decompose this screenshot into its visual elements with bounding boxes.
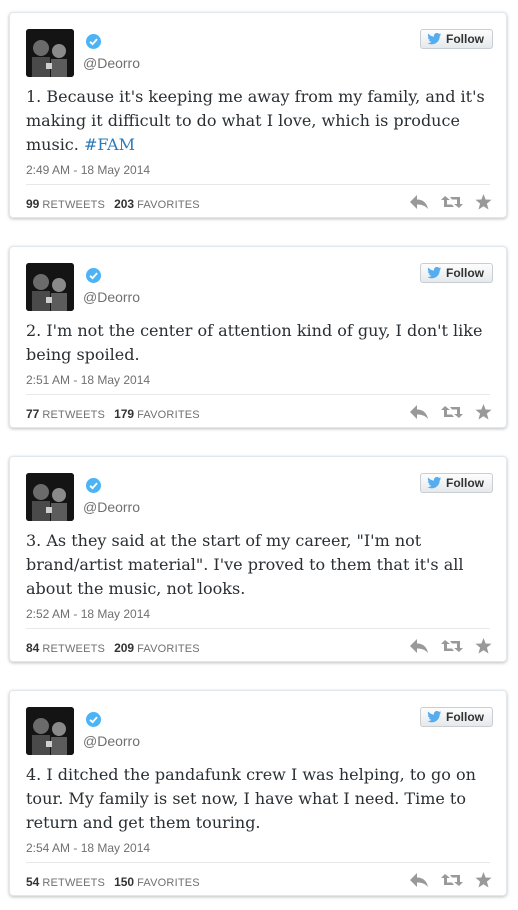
favorites-label: FAVORITES [137, 877, 200, 889]
retweet-count[interactable]: 77 [26, 407, 39, 421]
avatar[interactable] [26, 263, 74, 311]
tweet-stats: 99 RETWEETS 203 FAVORITES [26, 197, 206, 211]
retweet-icon[interactable] [441, 404, 463, 420]
user-handle[interactable]: @Deorro [83, 499, 140, 515]
retweet-icon[interactable] [441, 638, 463, 654]
retweet-icon[interactable] [441, 194, 463, 210]
tweet-stats: 77 RETWEETS 179 FAVORITES [26, 407, 206, 421]
divider [26, 394, 490, 395]
avatar[interactable] [26, 29, 74, 77]
retweet-count[interactable]: 54 [26, 875, 39, 889]
reply-icon[interactable] [409, 638, 429, 654]
verified-badge-icon [86, 34, 101, 49]
favorite-count[interactable]: 203 [114, 197, 134, 211]
tweet-card: @Deorro Follow 1. Because it's keeping m… [9, 12, 507, 218]
reply-icon[interactable] [409, 194, 429, 210]
retweets-label: RETWEETS [42, 409, 106, 421]
tweet-timestamp[interactable]: 2:54 AM - 18 May 2014 [26, 841, 150, 855]
favorite-count[interactable]: 179 [114, 407, 134, 421]
favorite-star-icon[interactable] [475, 404, 492, 420]
retweet-count[interactable]: 99 [26, 197, 39, 211]
tweet-stats: 54 RETWEETS 150 FAVORITES [26, 875, 206, 889]
user-handle[interactable]: @Deorro [83, 733, 140, 749]
divider [26, 184, 490, 185]
twitter-bird-icon [427, 267, 442, 279]
favorite-star-icon[interactable] [475, 194, 492, 210]
tweet-text: 3. As they said at the start of my caree… [26, 529, 490, 601]
hashtag-link[interactable]: #FAM [84, 135, 135, 154]
user-handle[interactable]: @Deorro [83, 55, 140, 71]
favorite-star-icon[interactable] [475, 872, 492, 888]
divider [26, 628, 490, 629]
tweet-timestamp[interactable]: 2:49 AM - 18 May 2014 [26, 163, 150, 177]
tweet-body: 4. I ditched the pandafunk crew I was he… [26, 765, 476, 832]
follow-button[interactable]: Follow [420, 29, 493, 49]
favorite-count[interactable]: 209 [114, 641, 134, 655]
avatar[interactable] [26, 473, 74, 521]
twitter-bird-icon [427, 33, 442, 45]
verified-badge-icon [86, 712, 101, 727]
tweet-timestamp[interactable]: 2:52 AM - 18 May 2014 [26, 607, 150, 621]
retweets-label: RETWEETS [42, 199, 106, 211]
tweet-text: 1. Because it's keeping me away from my … [26, 85, 490, 157]
tweet-body: 3. As they said at the start of my caree… [26, 531, 464, 598]
retweets-label: RETWEETS [42, 643, 106, 655]
follow-label: Follow [446, 32, 484, 46]
user-handle[interactable]: @Deorro [83, 289, 140, 305]
tweet-card: @Deorro Follow 2. I'm not the center of … [9, 246, 507, 428]
retweets-label: RETWEETS [42, 877, 106, 889]
follow-label: Follow [446, 476, 484, 490]
tweet-actions [409, 638, 492, 654]
retweet-icon[interactable] [441, 872, 463, 888]
tweet-stats: 84 RETWEETS 209 FAVORITES [26, 641, 206, 655]
favorite-star-icon[interactable] [475, 638, 492, 654]
retweet-count[interactable]: 84 [26, 641, 39, 655]
favorites-label: FAVORITES [137, 199, 200, 211]
favorites-label: FAVORITES [137, 409, 200, 421]
reply-icon[interactable] [409, 404, 429, 420]
follow-label: Follow [446, 266, 484, 280]
tweet-actions [409, 404, 492, 420]
tweet-card: @Deorro Follow 4. I ditched the pandafun… [9, 690, 507, 896]
avatar[interactable] [26, 707, 74, 755]
tweet-body: 2. I'm not the center of attention kind … [26, 321, 483, 364]
tweet-text: 4. I ditched the pandafunk crew I was he… [26, 763, 490, 835]
reply-icon[interactable] [409, 872, 429, 888]
follow-button[interactable]: Follow [420, 473, 493, 493]
tweet-actions [409, 872, 492, 888]
favorites-label: FAVORITES [137, 643, 200, 655]
follow-button[interactable]: Follow [420, 263, 493, 283]
divider [26, 862, 490, 863]
favorite-count[interactable]: 150 [114, 875, 134, 889]
tweet-timestamp[interactable]: 2:51 AM - 18 May 2014 [26, 373, 150, 387]
tweet-text: 2. I'm not the center of attention kind … [26, 319, 490, 367]
tweet-card: @Deorro Follow 3. As they said at the st… [9, 456, 507, 662]
twitter-bird-icon [427, 711, 442, 723]
tweet-actions [409, 194, 492, 210]
twitter-bird-icon [427, 477, 442, 489]
verified-badge-icon [86, 478, 101, 493]
follow-button[interactable]: Follow [420, 707, 493, 727]
follow-label: Follow [446, 710, 484, 724]
verified-badge-icon [86, 268, 101, 283]
